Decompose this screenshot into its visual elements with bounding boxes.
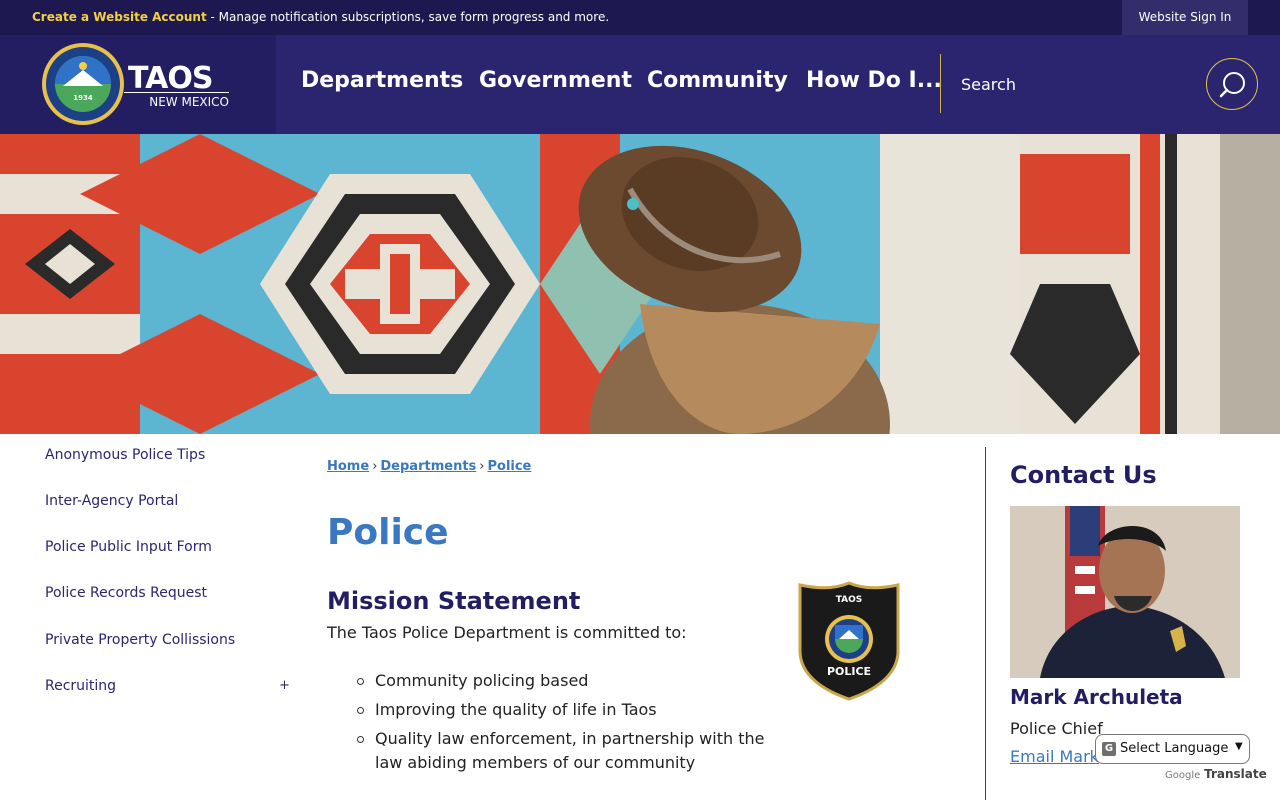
- page-title: Police: [327, 512, 449, 553]
- create-account-link[interactable]: Create a Website Account: [32, 10, 207, 24]
- google-wordmark: Google: [1165, 770, 1201, 781]
- police-badge-image: TAOS POLICE: [798, 581, 900, 701]
- nav-divider: [940, 54, 941, 113]
- search-button[interactable]: [1206, 58, 1258, 110]
- mission-list: Community policing based Improving the q…: [357, 669, 777, 780]
- email-contact-link[interactable]: Email Mark: [1010, 747, 1099, 766]
- nav-community[interactable]: Community: [647, 68, 788, 93]
- account-message: Create a Website Account - Manage notifi…: [32, 10, 609, 24]
- breadcrumb-separator: ›: [479, 459, 485, 474]
- language-select[interactable]: G Select Language ▼: [1095, 734, 1250, 764]
- list-item: Quality law enforcement, in partnership …: [357, 727, 777, 775]
- mission-statement-heading: Mission Statement: [327, 587, 581, 615]
- badge-bottom-text: POLICE: [826, 665, 872, 678]
- google-translate-icon: G: [1102, 742, 1116, 756]
- sidebar-item-police-public-input-form[interactable]: Police Public Input Form: [45, 539, 212, 555]
- contact-us-heading: Contact Us: [1010, 461, 1157, 489]
- brand-subtitle: NEW MEXICO: [124, 92, 229, 109]
- breadcrumb-departments[interactable]: Departments: [380, 459, 476, 474]
- breadcrumb-home[interactable]: Home: [327, 459, 369, 474]
- list-item: Community policing based: [357, 669, 777, 693]
- column-divider: [985, 447, 986, 800]
- nav-government[interactable]: Government: [479, 68, 632, 93]
- expand-recruiting-toggle[interactable]: +: [279, 678, 290, 693]
- sidebar-item-private-property-collisions[interactable]: Private Property Collissions: [45, 632, 235, 648]
- breadcrumb-police[interactable]: Police: [487, 459, 531, 474]
- nav-how-do-i[interactable]: How Do I...: [806, 68, 942, 93]
- town-seal-logo: 1934: [42, 43, 124, 125]
- search-input[interactable]: Search: [961, 75, 1016, 94]
- language-select-label: Select Language: [1120, 741, 1229, 756]
- utility-bar: Create a Website Account - Manage notifi…: [0, 0, 1280, 35]
- sidebar-item-inter-agency-portal[interactable]: Inter-Agency Portal: [45, 493, 178, 509]
- chevron-down-icon: ▼: [1235, 741, 1243, 752]
- website-sign-in-button[interactable]: Website Sign In: [1122, 0, 1248, 35]
- translate-wordmark: Translate: [1204, 767, 1267, 781]
- contact-name: Mark Archuleta: [1010, 685, 1183, 709]
- brand-name: TAOS: [128, 61, 213, 96]
- site-header: 1934 TAOS NEW MEXICO Departments Governm…: [0, 35, 1280, 134]
- seal-year: 1934: [73, 94, 93, 102]
- sidebar-item-recruiting[interactable]: Recruiting: [45, 678, 116, 694]
- police-chief-photo: [1010, 506, 1240, 678]
- nav-departments[interactable]: Departments: [301, 68, 463, 93]
- breadcrumb: Home › Departments › Police: [327, 459, 531, 474]
- search-icon: [1219, 72, 1245, 98]
- contact-role: Police Chief: [1010, 719, 1103, 738]
- logo-link[interactable]: 1934 TAOS NEW MEXICO: [0, 35, 276, 134]
- list-item: Improving the quality of life in Taos: [357, 698, 777, 722]
- sidebar-item-anonymous-police-tips[interactable]: Anonymous Police Tips: [45, 447, 205, 463]
- mission-intro-text: The Taos Police Department is committed …: [327, 623, 687, 642]
- badge-top-text: TAOS: [835, 595, 863, 605]
- sidebar-item-police-records-request[interactable]: Police Records Request: [45, 585, 207, 601]
- breadcrumb-separator: ›: [372, 459, 378, 474]
- create-account-description: - Manage notification subscriptions, sav…: [206, 10, 610, 24]
- powered-by-google-translate[interactable]: Google Translate: [1165, 767, 1267, 781]
- hero-banner-image: [0, 134, 1280, 434]
